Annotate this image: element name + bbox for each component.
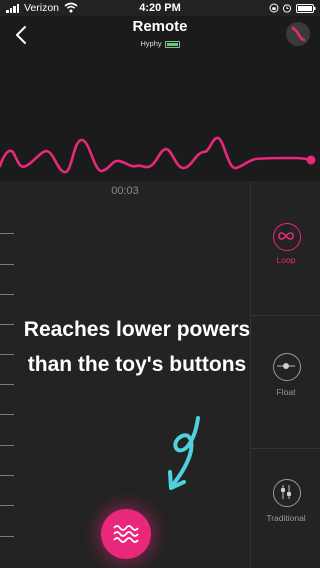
device-battery-icon	[164, 40, 180, 48]
annotation-caption: Reaches lower powers than the toy's butt…	[23, 318, 251, 376]
elapsed-time: 00:03	[111, 185, 139, 197]
scale-tick	[0, 414, 14, 415]
mode-float-label: Float	[276, 387, 296, 397]
scale-tick	[0, 233, 14, 234]
infinity-icon	[273, 223, 301, 251]
alarm-icon	[282, 4, 292, 13]
scale-tick	[0, 536, 14, 537]
scale-tick	[0, 505, 14, 506]
divider	[251, 315, 320, 316]
waveform-graph	[0, 136, 316, 174]
header: Remote Hyphy	[0, 16, 320, 54]
waveform-panel	[0, 54, 320, 181]
scale-tick	[0, 264, 14, 265]
scale-tick	[0, 384, 14, 385]
sliders-icon	[273, 479, 301, 507]
device-name: Hyphy	[140, 39, 162, 48]
scale-tick	[0, 324, 14, 325]
mode-loop-button[interactable]: Loop	[251, 219, 320, 289]
float-icon	[273, 353, 301, 381]
vibrate-button[interactable]	[101, 509, 151, 559]
wave-icon	[113, 525, 139, 543]
battery-icon	[296, 4, 316, 13]
mode-loop-label: Loop	[276, 255, 296, 265]
playhead-dot	[306, 155, 316, 165]
scale-tick	[0, 475, 14, 476]
annotation-arrow-icon	[168, 416, 200, 490]
toy-icon	[291, 26, 306, 42]
page-title: Remote	[132, 18, 188, 35]
scale-tick	[0, 354, 14, 355]
divider	[251, 448, 320, 449]
mode-panel: Loop Float Traditional	[250, 181, 320, 568]
mode-traditional-button[interactable]: Traditional	[251, 479, 320, 549]
mode-traditional-label: Traditional	[266, 513, 306, 523]
toy-icon-button[interactable]	[286, 22, 310, 46]
status-bar: Verizon 4:20 PM	[0, 0, 320, 16]
orientation-lock-icon	[269, 3, 279, 13]
scale-tick	[0, 294, 14, 295]
scale-tick	[0, 445, 14, 446]
device-status: Hyphy	[0, 39, 320, 48]
time-row: 00:03	[0, 181, 250, 204]
mode-float-button[interactable]: Float	[251, 353, 320, 423]
